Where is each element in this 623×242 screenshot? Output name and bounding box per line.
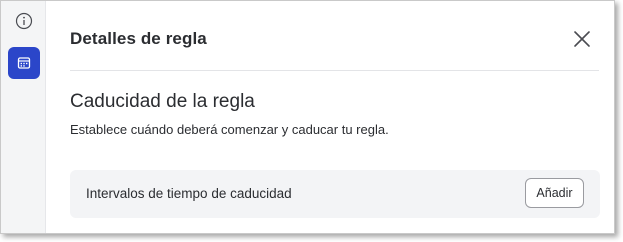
close-icon bbox=[574, 31, 590, 47]
info-icon bbox=[15, 12, 33, 30]
rule-details-panel: Detalles de regla Caducidad de la regla … bbox=[46, 1, 614, 233]
header-divider bbox=[70, 70, 599, 71]
expiration-intervals-card: Intervalos de tiempo de caducidad Añadir bbox=[70, 170, 600, 218]
close-button[interactable] bbox=[570, 27, 594, 51]
expiration-title: Caducidad de la regla bbox=[70, 91, 255, 112]
side-rail bbox=[1, 1, 46, 233]
rule-details-window: Detalles de regla Caducidad de la regla … bbox=[0, 0, 615, 234]
panel-title: Detalles de regla bbox=[70, 29, 207, 48]
sidebar-item-info[interactable] bbox=[8, 5, 40, 37]
expiration-description: Establece cuándo deberá comenzar y caduc… bbox=[70, 122, 389, 137]
calendar-icon bbox=[17, 57, 31, 69]
add-interval-button[interactable]: Añadir bbox=[525, 178, 584, 208]
sidebar-item-calendar[interactable] bbox=[8, 47, 40, 79]
expiration-intervals-label: Intervalos de tiempo de caducidad bbox=[86, 186, 292, 201]
